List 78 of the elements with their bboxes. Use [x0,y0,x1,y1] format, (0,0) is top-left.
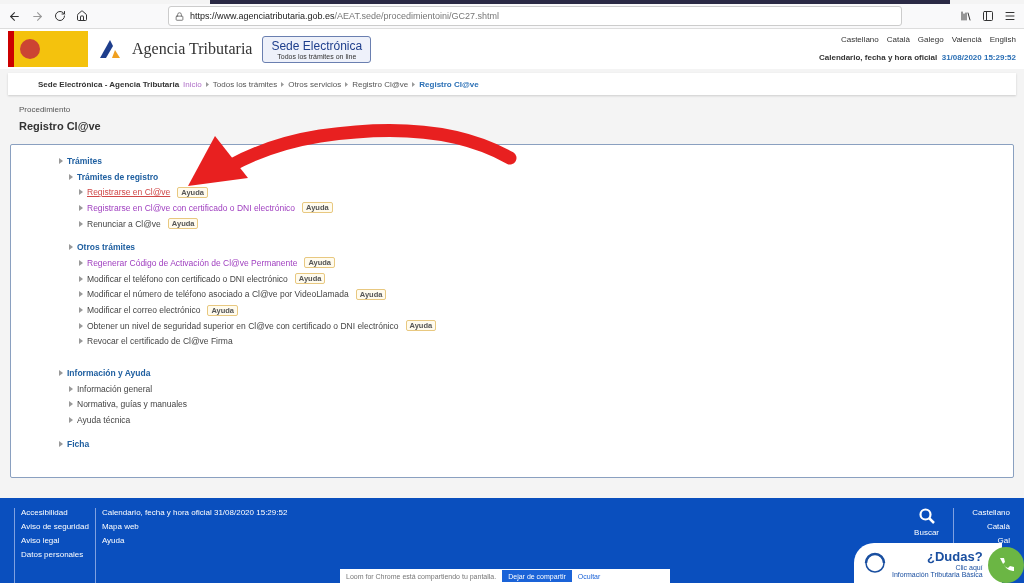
sidebar-icon[interactable] [982,10,994,22]
clock-value: 31/08/2020 15:29:52 [941,52,1016,62]
library-icon[interactable] [960,10,972,22]
agency-name: Agencia Tributaria [132,40,253,58]
expand-triangle-icon [69,173,73,180]
expand-triangle-icon [59,370,63,377]
page-title: Registro Cl@ve [19,120,102,132]
expand-triangle-icon [59,157,63,164]
procedure-link[interactable]: Normativa, guías y manuales [77,399,188,410]
expand-triangle-icon [79,204,83,211]
footer-link[interactable]: Ayuda [101,536,288,545]
procedure-link[interactable]: Ayuda técnica [77,415,131,426]
back-icon[interactable] [8,9,21,23]
search-icon [918,508,935,524]
footer-link[interactable]: Aviso de seguridad [21,522,89,531]
procedure-link[interactable]: Modificar el correo electrónico [87,305,201,316]
search-button[interactable]: Buscar [914,508,939,540]
language-link[interactable]: Català [886,34,910,44]
section-link[interactable]: Trámites [67,155,102,166]
expand-triangle-icon [59,440,63,447]
clock-label: Calendario, fecha y hora oficial [819,52,938,62]
headset-icon [862,550,888,576]
expand-triangle-icon [79,307,83,314]
separator-icon [205,81,209,87]
help-widget-title: ¿Dudas? [927,548,983,564]
procedure-link[interactable]: Revocar el certificado de Cl@ve Firma [87,336,233,347]
expand-triangle-icon [79,259,83,266]
reload-icon[interactable] [54,10,66,22]
procedure-link[interactable]: Modificar el número de teléfono asociado a Cl@ve por VideoLlamada [87,289,349,300]
section-link[interactable]: Trámites de registro [77,171,159,182]
page-kicker: Procedimiento [19,105,72,114]
breadcrumb-link[interactable]: Registro Cl@ve [352,79,409,89]
breadcrumb-link[interactable]: Todos los trámites [212,79,278,89]
footer-link[interactable]: Calendario, fecha y hora oficial 31/08/2020 15:29:52 [101,508,288,517]
agency-logo-icon [98,38,122,60]
breadcrumb-link[interactable]: Inicio [183,79,202,89]
expand-triangle-icon [79,322,83,329]
expand-triangle-icon [79,275,83,282]
menu-icon[interactable] [1004,10,1016,22]
expand-triangle-icon [79,291,83,298]
section-link[interactable]: Ficha [67,438,90,449]
expand-triangle-icon [79,338,83,345]
language-link[interactable]: Castellano [840,34,879,44]
site-name: Sede Electrónica - Agencia Tributaria [38,79,180,89]
expand-triangle-icon [69,417,73,424]
expand-triangle-icon [69,401,73,408]
language-link[interactable]: Valencià [951,34,982,44]
expand-triangle-icon [69,244,73,251]
lock-icon [175,11,184,21]
expand-triangle-icon [79,189,83,196]
procedure-link[interactable]: Registrarse en Cl@ve [87,187,171,198]
section-link[interactable]: Otros trámites [77,242,136,253]
url-field[interactable]: https://www.agenciatributaria.gob.es/AEAT.sede/procedimientoini/GC27.shtml [168,6,902,26]
breadcrumb-link[interactable]: Otros servicios [288,79,342,89]
separator-icon [345,81,349,87]
procedure-link[interactable]: Modificar el teléfono con certificado o DNI electrónico [87,273,288,284]
language-link[interactable]: Castellano [972,508,1010,517]
footer-link[interactable]: Datos personales [21,550,89,559]
procedure-link[interactable]: Obtener un nivel de seguridad superior en Cl@ve con certificado o DNI electrónico [87,320,399,331]
breadcrumb-link[interactable]: Registro Cl@ve [419,79,479,89]
separator-icon [281,81,285,87]
section-link[interactable]: Información y Ayuda [67,368,151,379]
footer-link[interactable]: Mapa web [101,522,288,531]
procedure-link[interactable]: Información general [77,383,153,394]
language-link[interactable]: Català [986,522,1010,531]
home-icon[interactable] [76,10,88,22]
separator-icon [412,81,416,87]
language-link[interactable]: Gal [997,536,1010,545]
forward-icon[interactable] [31,9,44,23]
language-link[interactable]: Galego [917,34,944,44]
procedure-link[interactable]: Regenerar Código de Activación de Cl@ve Permanente [87,257,298,268]
procedure-link[interactable]: Registrarse en Cl@ve con certificado o DNI electrónico [87,202,295,213]
procedure-link[interactable]: Renunciar a Cl@ve [87,218,161,229]
language-link[interactable]: English [989,34,1016,44]
expand-triangle-icon [79,220,83,227]
footer-link[interactable]: Aviso legal [21,536,89,545]
expand-triangle-icon [69,385,73,392]
footer-link[interactable]: Accesibilidad [21,508,89,517]
